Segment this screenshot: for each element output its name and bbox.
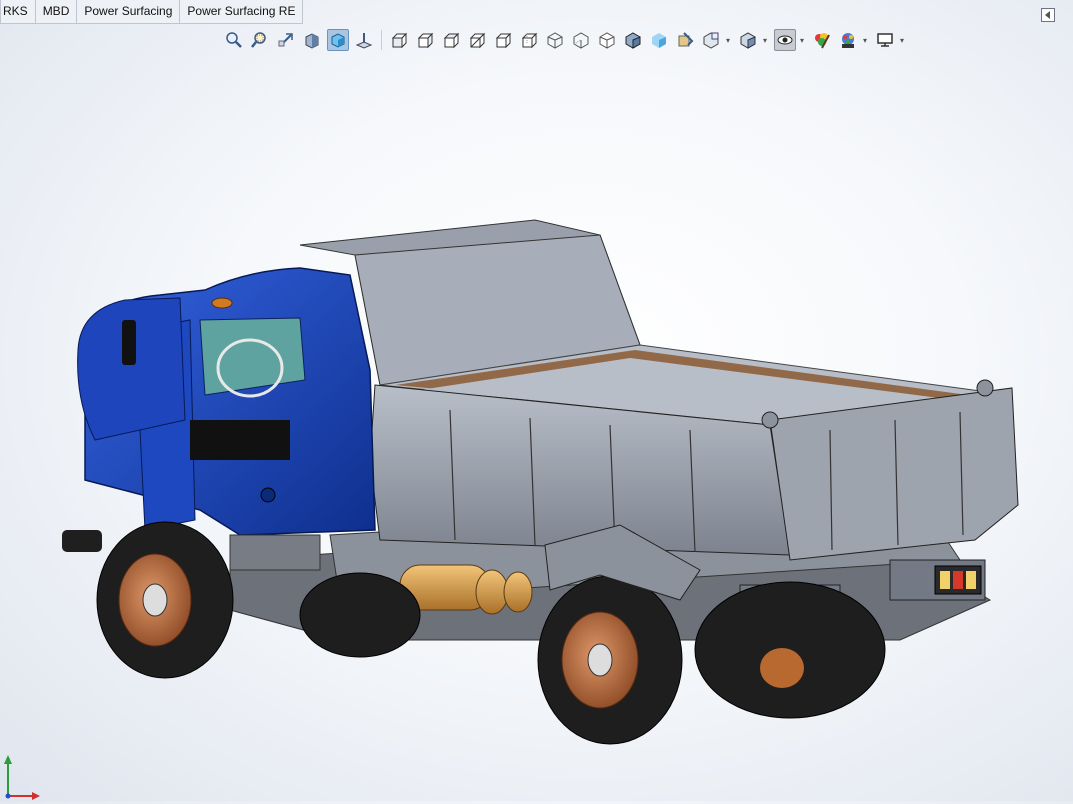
- graphics-area[interactable]: [0, 60, 1073, 801]
- tab-works[interactable]: RKS: [0, 0, 36, 24]
- apply-scene-icon[interactable]: [700, 29, 722, 51]
- wireframe-icon[interactable]: [544, 29, 566, 51]
- tab-power-surfacing-re[interactable]: Power Surfacing RE: [179, 0, 304, 24]
- shaded-icon[interactable]: [648, 29, 670, 51]
- scene-dropdown-icon[interactable]: ▾: [724, 29, 732, 51]
- appearance-dropdown-icon[interactable]: ▾: [861, 29, 869, 51]
- apply-appearance-icon[interactable]: [837, 29, 859, 51]
- view-settings-monitor-icon[interactable]: [874, 29, 896, 51]
- toolbar-separator: [381, 30, 382, 50]
- normal-to-icon[interactable]: [353, 29, 375, 51]
- display-style-dropdown-icon[interactable]: ▾: [761, 29, 769, 51]
- collapse-panel-icon[interactable]: [1041, 8, 1055, 22]
- command-manager-tabs: RKS MBD Power Surfacing Power Surfacing …: [0, 0, 304, 24]
- display-style-icon[interactable]: [737, 29, 759, 51]
- heads-up-view-toolbar: ▾ ▾ ▾ ▾ ▾: [221, 27, 909, 53]
- tab-power-surfacing[interactable]: Power Surfacing: [76, 0, 181, 24]
- hidden-lines-visible-icon[interactable]: [570, 29, 592, 51]
- zoom-to-fit-icon[interactable]: [223, 29, 245, 51]
- zoom-to-area-icon[interactable]: [249, 29, 271, 51]
- section-view-icon[interactable]: [301, 29, 323, 51]
- front-left-wheel: [96, 521, 234, 679]
- edit-appearance-icon[interactable]: [811, 29, 833, 51]
- coordinate-triad: [0, 752, 40, 801]
- rear-outer-wheel: [694, 581, 886, 719]
- right-view-icon[interactable]: [466, 29, 488, 51]
- front-view-icon[interactable]: [388, 29, 410, 51]
- top-view-icon[interactable]: [492, 29, 514, 51]
- window-controls: [1041, 8, 1055, 22]
- shaded-with-edges-icon[interactable]: [622, 29, 644, 51]
- cab: [62, 267, 376, 571]
- dump-body: [299, 219, 1019, 561]
- hide-show-items-icon[interactable]: [774, 29, 796, 51]
- left-view-icon[interactable]: [440, 29, 462, 51]
- previous-view-icon[interactable]: [275, 29, 297, 51]
- tab-mbd[interactable]: MBD: [34, 0, 78, 24]
- view-orientation-icon[interactable]: [327, 29, 349, 51]
- front-right-wheel: [299, 572, 421, 658]
- hide-show-dropdown-icon[interactable]: ▾: [798, 29, 806, 51]
- truck-3d-model[interactable]: [0, 60, 1073, 801]
- hidden-lines-removed-icon[interactable]: [596, 29, 618, 51]
- monitor-dropdown-icon[interactable]: ▾: [898, 29, 906, 51]
- back-view-icon[interactable]: [414, 29, 436, 51]
- bottom-view-icon[interactable]: [518, 29, 540, 51]
- rear-left-wheel: [537, 575, 683, 745]
- view-setting-icon[interactable]: [674, 29, 696, 51]
